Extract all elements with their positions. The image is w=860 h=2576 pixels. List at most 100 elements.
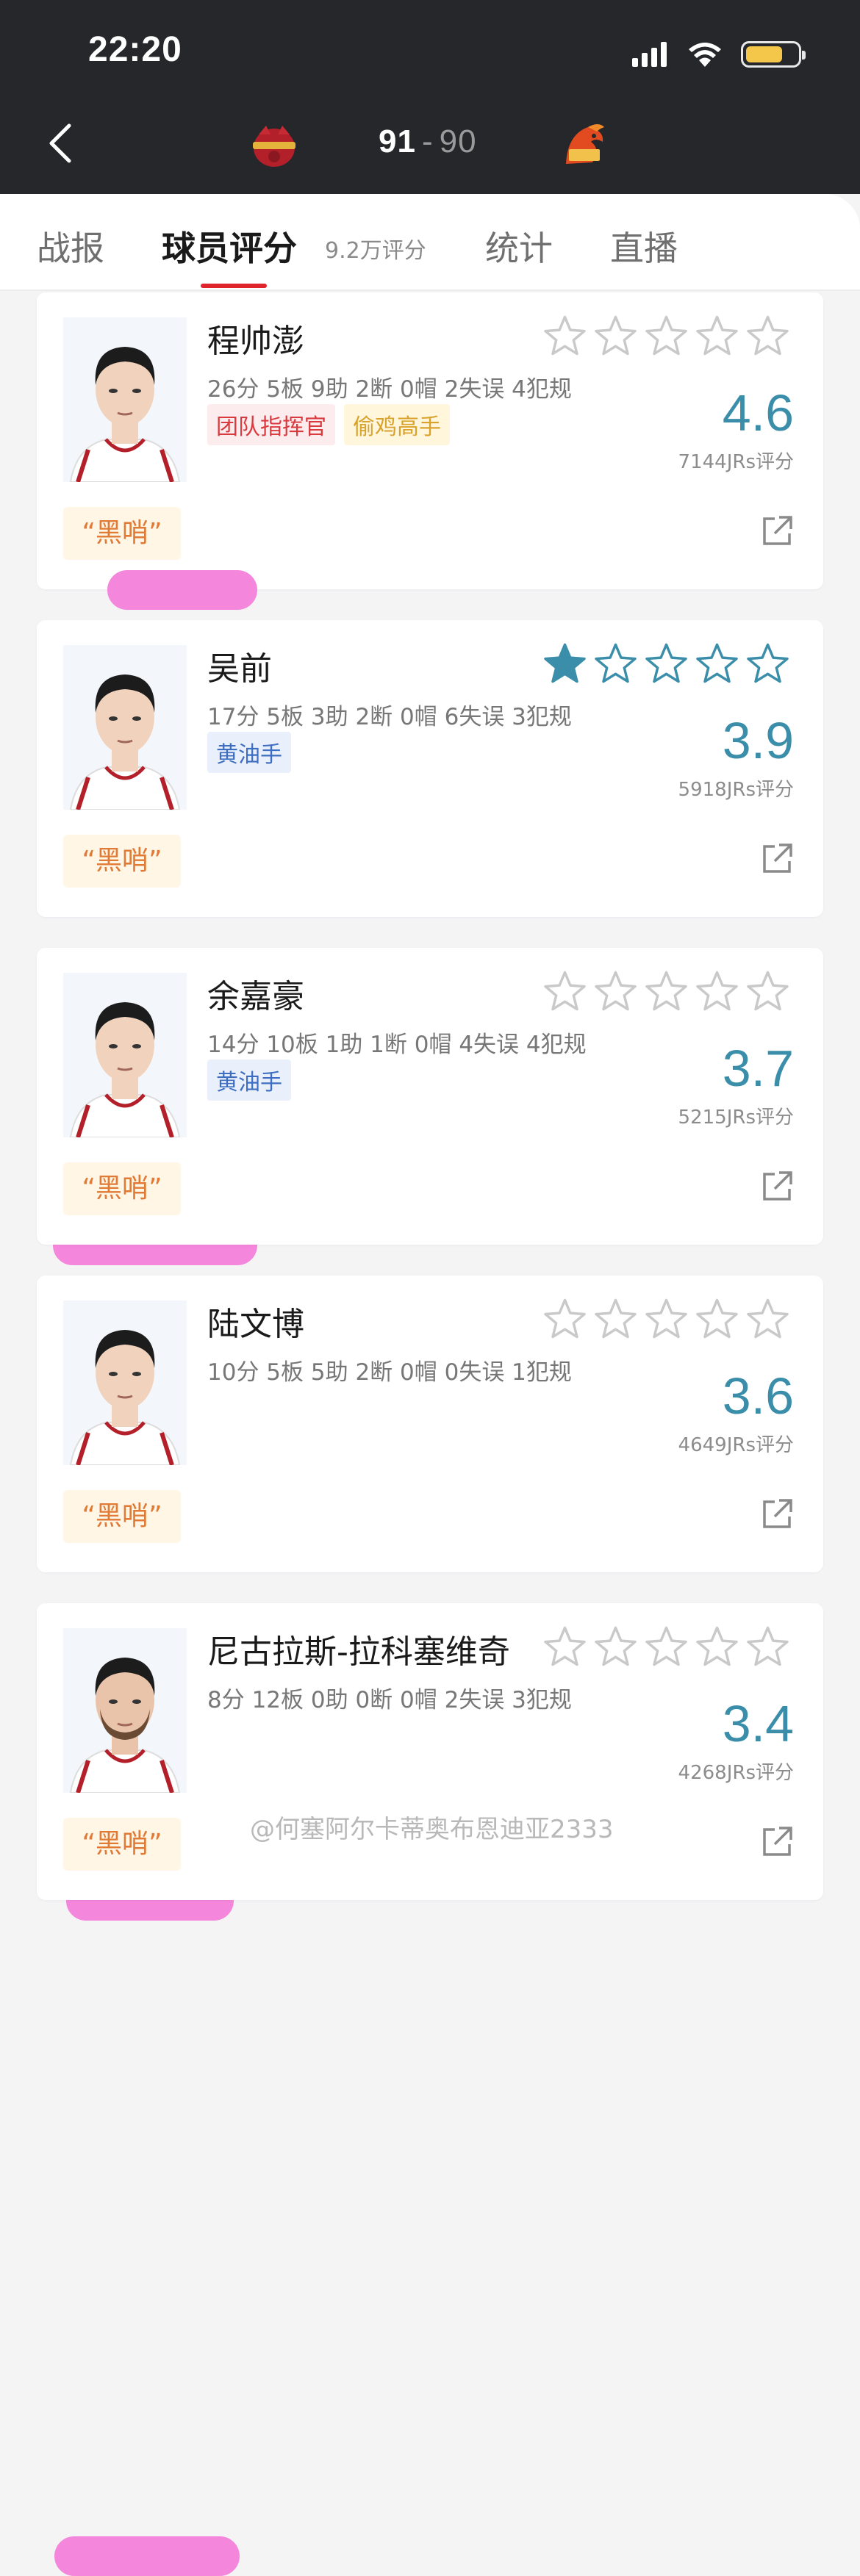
rating-star-icon[interactable] <box>746 1298 789 1340</box>
average-rating: 3.4 <box>722 1695 794 1752</box>
pink-highlight-mark <box>54 2536 240 2576</box>
home-score: 91 <box>379 123 416 159</box>
rating-star-icon[interactable] <box>594 642 637 685</box>
player-tag[interactable]: 团队指挥官 <box>207 404 335 445</box>
share-icon[interactable] <box>762 1170 794 1202</box>
rating-star-icon[interactable] <box>645 314 688 357</box>
rating-count: 5918JRs评分 <box>678 779 794 801</box>
average-rating: 3.7 <box>722 1040 794 1097</box>
rating-stars[interactable] <box>543 314 789 357</box>
game-score: 91-90 <box>379 123 477 160</box>
player-stat-line: 14分 10板 1助 1断 0帽 4失误 4犯规 <box>207 1032 587 1058</box>
score-separator: - <box>421 123 434 159</box>
rating-star-icon[interactable] <box>543 1298 587 1340</box>
rating-stars[interactable] <box>543 1625 789 1668</box>
rating-star-icon[interactable] <box>695 1625 739 1668</box>
whistle-comment-tag[interactable]: “黑哨” <box>63 1162 181 1215</box>
player-tags: 黄油手 <box>207 732 291 773</box>
active-tab-indicator <box>201 284 267 288</box>
home-team-logo[interactable] <box>248 120 300 171</box>
player-name[interactable]: 尼古拉斯-拉科塞维奇 <box>207 1625 510 1672</box>
rating-star-icon[interactable] <box>543 314 587 357</box>
player-card[interactable]: 尼古拉斯-拉科塞维奇 8分 12板 0助 0断 0帽 2失误 3犯规 3.4 4268… <box>37 1603 823 1900</box>
top-header: 22:20 91-90 <box>0 0 860 194</box>
rating-star-icon[interactable] <box>645 1298 688 1340</box>
battery-icon <box>741 41 806 68</box>
rating-star-icon[interactable] <box>746 314 789 357</box>
tab-stats[interactable]: 统计 <box>485 222 553 270</box>
rating-stars[interactable] <box>543 970 789 1012</box>
rating-star-icon[interactable] <box>594 970 637 1012</box>
rating-star-icon[interactable] <box>594 1625 637 1668</box>
back-chevron-icon[interactable] <box>43 120 78 167</box>
player-card[interactable]: 程帅澎 26分 5板 9助 2断 0帽 2失误 4犯规 团队指挥官 偷鸡高手 4.6 71… <box>37 292 823 589</box>
whistle-comment-tag[interactable]: “黑哨” <box>63 1818 181 1871</box>
cellular-signal-icon <box>632 42 667 67</box>
rating-star-icon[interactable] <box>543 1625 587 1668</box>
player-name[interactable]: 吴前 <box>207 642 272 689</box>
rating-star-icon[interactable] <box>695 970 739 1012</box>
player-stat-line: 26分 5板 9助 2断 0帽 2失误 4犯规 <box>207 376 572 403</box>
player-avatar[interactable] <box>63 645 187 810</box>
share-icon[interactable] <box>762 1825 794 1857</box>
average-rating: 3.9 <box>722 712 794 769</box>
player-card[interactable]: 余嘉豪 14分 10板 1助 1断 0帽 4失误 4犯规 黄油手 3.7 5215JRs… <box>37 948 823 1245</box>
rating-count: 4268JRs评分 <box>678 1762 794 1784</box>
rating-star-icon[interactable] <box>746 970 789 1012</box>
rating-stars[interactable] <box>543 1298 789 1340</box>
tab-player-ratings[interactable]: 球员评分 <box>162 222 297 270</box>
player-card[interactable]: 吴前 17分 5板 3助 2断 0帽 6失误 3犯规 黄油手 3.9 5918JRs评分… <box>37 620 823 917</box>
rating-count: 7144JRs评分 <box>678 451 794 473</box>
rating-stars[interactable] <box>543 642 789 685</box>
player-stat-line: 17分 5板 3助 2断 0帽 6失误 3犯规 <box>207 704 572 730</box>
share-icon[interactable] <box>762 514 794 547</box>
status-time: 22:20 <box>88 30 182 69</box>
player-tag[interactable]: 偷鸡高手 <box>344 404 450 445</box>
player-card[interactable]: 陆文博 10分 5板 5助 2断 0帽 0失误 1犯规 3.6 4649JRs评分 “黑… <box>37 1276 823 1572</box>
player-avatar[interactable] <box>63 1628 187 1793</box>
rating-star-icon[interactable] <box>594 314 637 357</box>
share-icon[interactable] <box>762 842 794 874</box>
rating-star-icon[interactable] <box>543 970 587 1012</box>
player-name[interactable]: 程帅澎 <box>207 314 304 361</box>
away-team-logo[interactable] <box>559 120 610 171</box>
rating-star-icon[interactable] <box>746 642 789 685</box>
player-name[interactable]: 余嘉豪 <box>207 970 304 1017</box>
player-avatar[interactable] <box>63 317 187 482</box>
player-stat-line: 8分 12板 0助 0断 0帽 2失误 3犯规 <box>207 1687 572 1713</box>
whistle-comment-tag[interactable]: “黑哨” <box>63 507 181 560</box>
player-tags: 黄油手 <box>207 1059 291 1101</box>
player-stat-line: 10分 5板 5助 2断 0帽 0失误 1犯规 <box>207 1359 572 1386</box>
tab-live[interactable]: 直播 <box>610 222 678 270</box>
player-tags: 团队指挥官 偷鸡高手 <box>207 404 450 445</box>
player-avatar[interactable] <box>63 1300 187 1465</box>
rating-star-icon[interactable] <box>695 642 739 685</box>
pink-highlight-mark <box>107 570 257 610</box>
rating-star-icon[interactable] <box>594 1298 637 1340</box>
rating-star-icon[interactable] <box>695 1298 739 1340</box>
player-avatar[interactable] <box>63 973 187 1137</box>
whistle-comment-tag[interactable]: “黑哨” <box>63 835 181 888</box>
player-name[interactable]: 陆文博 <box>207 1298 304 1345</box>
player-tag[interactable]: 黄油手 <box>207 1059 291 1101</box>
tab-bar: 战报 球员评分 9.2万评分 统计 直播 <box>0 194 860 291</box>
rating-count: 5215JRs评分 <box>678 1107 794 1129</box>
wifi-icon <box>689 43 721 67</box>
status-icons <box>632 41 806 68</box>
rating-star-icon[interactable] <box>695 314 739 357</box>
ratings-total-count: 9.2万评分 <box>325 238 426 264</box>
rating-star-icon[interactable] <box>645 1625 688 1668</box>
rating-star-icon[interactable] <box>645 970 688 1012</box>
average-rating: 4.6 <box>722 384 794 442</box>
battery-level <box>746 46 782 62</box>
rating-count: 4649JRs评分 <box>678 1434 794 1456</box>
rating-star-icon[interactable] <box>543 642 587 685</box>
whistle-comment-tag[interactable]: “黑哨” <box>63 1490 181 1543</box>
rating-star-icon[interactable] <box>645 642 688 685</box>
rating-star-icon[interactable] <box>746 1625 789 1668</box>
watermark: @何塞阿尔卡蒂奥布恩迪亚2333 <box>250 1815 614 1844</box>
share-icon[interactable] <box>762 1497 794 1530</box>
away-score: 90 <box>439 123 477 159</box>
player-tag[interactable]: 黄油手 <box>207 732 291 773</box>
tab-report[interactable]: 战报 <box>37 222 104 270</box>
